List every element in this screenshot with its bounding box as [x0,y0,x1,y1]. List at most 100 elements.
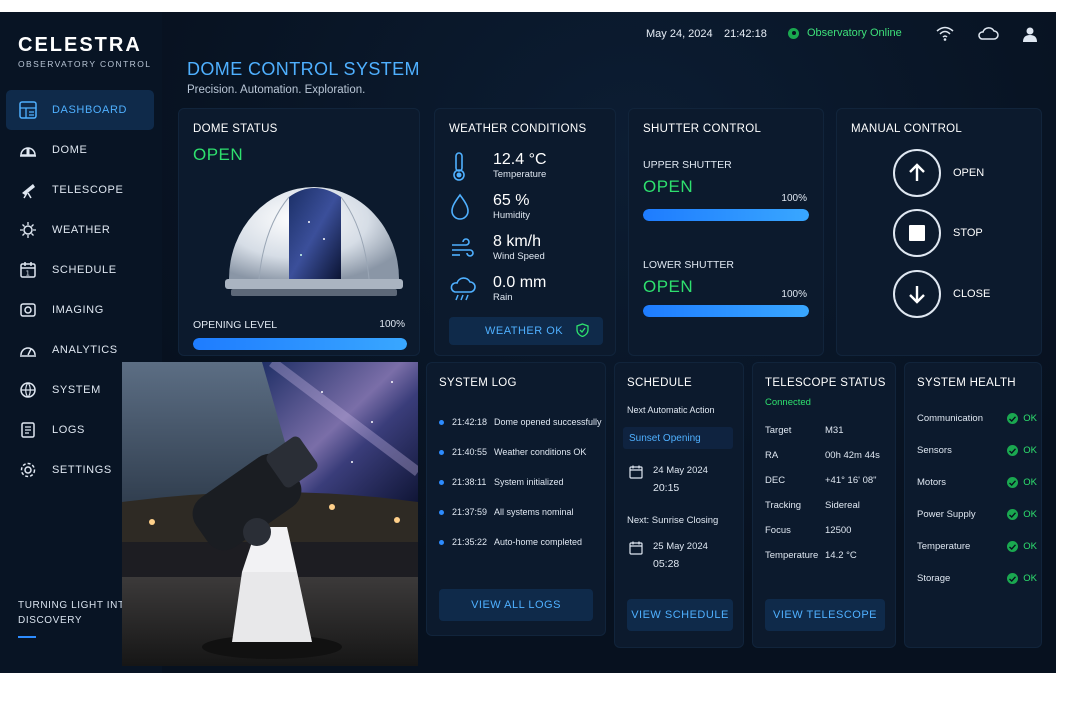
row-key: DEC [765,475,786,486]
wind-icon [449,233,479,268]
shield-check-icon [576,322,589,340]
log-time: 21:38:11 [452,477,487,487]
sidebar-item-telescope[interactable]: TELESCOPE [6,170,154,210]
status-badge: Observatory Online [788,27,902,39]
view-telescope-button[interactable]: VIEW TELESCOPE [765,599,885,631]
log-message: Auto-home completed [494,537,583,547]
log-bullet [439,539,444,545]
manual-stop-control[interactable]: STOP [893,209,983,257]
opening-level-value: 100% [379,319,405,330]
topbar-date: May 24, 2024 [646,28,713,40]
sidebar-item-label: ANALYTICS [52,344,118,356]
brand-subtitle: OBSERVATORY CONTROL [18,59,152,69]
table-row: Sensors OK [917,445,1037,477]
lower-shutter-label: LOWER SHUTTER [643,259,735,271]
row-value: OK [1023,573,1037,584]
weather-label: Humidity [493,210,530,221]
user-icon[interactable] [1022,26,1040,42]
sidebar-item-weather[interactable]: WEATHER [6,210,154,250]
weather-card: WEATHER CONDITIONS 12.4 °C Temperature 6… [434,108,616,356]
sidebar-item-label: WEATHER [52,224,111,236]
list-item: 21:42:18 Dome opened successfully [439,407,603,437]
brand-name: CELESTRA [18,34,142,56]
check-circle-icon [1007,477,1019,488]
tagline: TURNING LIGHT INTO DISCOVERY [18,600,133,626]
weather-label: Temperature [493,169,547,180]
row-key: Tracking [765,500,802,511]
check-circle-icon [1007,573,1019,584]
schedule-icon: 1 [18,260,38,280]
event-time: 05:28 [653,558,680,570]
manual-open-control[interactable]: OPEN [893,149,984,197]
topbar-time: 21:42:18 [724,28,767,40]
row-value: Sidereal [825,500,860,511]
stop-square-icon[interactable] [893,209,941,257]
weather-ok-button[interactable]: WEATHER OK [449,317,603,345]
log-time: 21:40:55 [452,447,488,457]
log-message: All systems nominal [494,507,574,517]
manual-stop-label: STOP [953,227,983,239]
dome-icon [18,140,38,160]
next-action-value[interactable]: Sunset Opening [623,427,733,449]
log-time: 21:42:18 [452,417,488,427]
schedule-event: 24 May 2024 20:15 [629,465,708,494]
sidebar-item-dome[interactable]: DOME [6,130,154,170]
table-row: Communication OK [917,413,1037,445]
arrow-up-icon[interactable] [893,149,941,197]
event-time: 20:15 [653,482,680,494]
weather-status-label: WEATHER OK [485,325,564,337]
opening-level-bar [193,338,407,350]
upper-shutter-value: 100% [781,193,807,204]
lower-shutter-bar [643,305,809,317]
settings-icon [18,460,38,480]
sidebar-item-schedule[interactable]: 1 SCHEDULE [6,250,154,290]
telescope-icon [18,180,38,200]
wifi-icon[interactable] [936,26,954,42]
table-row: Target M31 [765,425,891,450]
view-all-logs-button[interactable]: VIEW ALL LOGS [439,589,593,621]
brand: CELESTRA OBSERVATORY CONTROL [18,34,151,69]
log-bullet [439,419,444,425]
card-title: WEATHER CONDITIONS [449,123,587,135]
weather-item: 8 km/h Wind Speed [449,233,547,274]
table-row: Temperature 14.2 °C [765,550,891,575]
row-key: Motors [917,477,947,488]
sidebar-item-label: DASHBOARD [52,104,128,116]
next-action-label: Next Automatic Action [627,405,715,415]
weather-value: 0.0 mm [493,274,547,291]
opening-level-fill [193,338,407,350]
log-bullet [439,509,444,515]
calendar-icon [629,541,643,570]
card-title: SYSTEM HEALTH [917,377,1016,389]
sidebar-item-label: TELESCOPE [52,184,124,196]
health-rows: Communication OK Sensors OK Motors OK Po… [917,413,1037,605]
arrow-down-icon[interactable] [893,270,941,318]
upper-shutter-bar [643,209,809,221]
cloud-icon[interactable] [977,26,999,42]
row-key: Temperature [917,541,971,552]
sidebar-item-dashboard[interactable]: DASHBOARD [6,90,154,130]
tagline-divider [18,636,36,638]
card-title: MANUAL CONTROL [851,123,963,135]
table-row: DEC +41° 16' 08" [765,475,891,500]
weather-value: 8 km/h [493,233,542,250]
card-title: TELESCOPE STATUS [765,377,886,389]
calendar-icon [629,465,643,494]
weather-value: 12.4 °C [493,151,547,168]
check-circle-icon [1007,541,1019,552]
card-title: SYSTEM LOG [439,377,517,389]
card-title: SHUTTER CONTROL [643,123,762,135]
log-message: Dome opened successfully [494,417,602,427]
table-row: RA 00h 42m 44s [765,450,891,475]
view-schedule-button[interactable]: VIEW SCHEDULE [627,599,733,631]
weather-value: 65 % [493,192,530,209]
logs-icon [18,420,38,440]
imaging-icon [18,300,38,320]
shutter-control-card: SHUTTER CONTROL UPPER SHUTTER OPEN 100% … [628,108,824,356]
lower-shutter-fill [643,305,809,317]
sidebar-item-imaging[interactable]: IMAGING [6,290,154,330]
row-value: OK [1023,509,1037,520]
weather-item: 12.4 °C Temperature [449,151,547,192]
table-row: Focus 12500 [765,525,891,550]
manual-close-control[interactable]: CLOSE [893,270,990,318]
